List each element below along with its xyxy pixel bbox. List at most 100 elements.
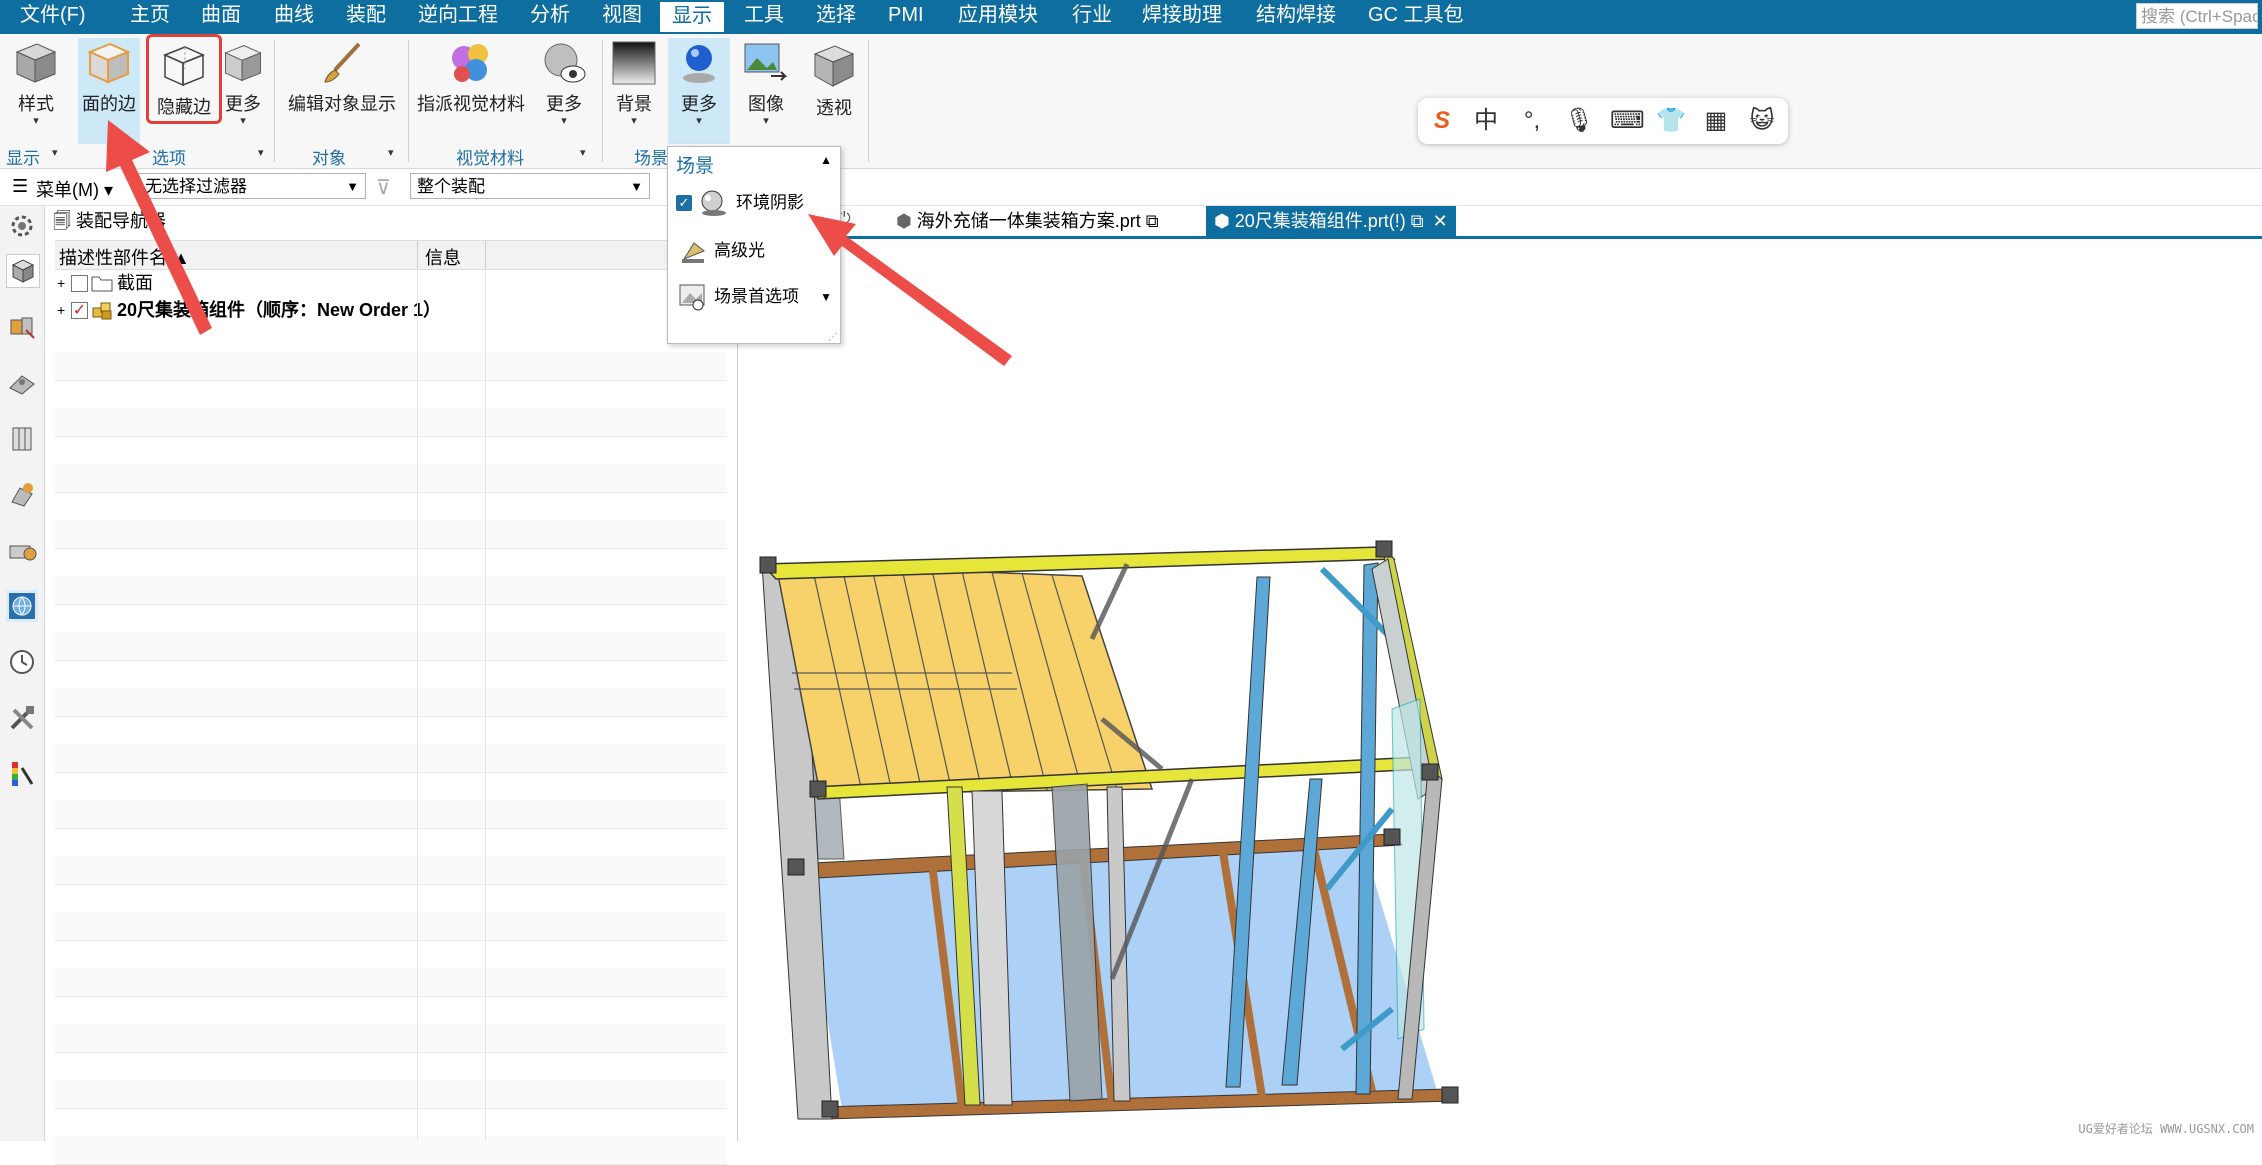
- tools-icon[interactable]: [6, 702, 38, 734]
- chevron-down-icon[interactable]: ▾: [258, 146, 264, 159]
- tab-20ft-container-assembly[interactable]: ⬢ 20尺集装箱组件.prt(!) ⧉ ✕: [1206, 206, 1456, 236]
- web-browser-icon[interactable]: [6, 534, 38, 566]
- container-frame-model[interactable]: [752, 239, 2262, 1141]
- menu-weld-assistant[interactable]: 焊接助理: [1130, 0, 1234, 34]
- column-header-info[interactable]: 信息: [425, 244, 461, 270]
- background-button[interactable]: 背景 ▾: [606, 38, 662, 127]
- ambient-occlusion-label: 环境阴影: [736, 193, 804, 212]
- hidden-edge-label: 隐藏边: [157, 97, 211, 117]
- chevron-down-icon[interactable]: ▾: [52, 146, 58, 159]
- chevron-down-icon[interactable]: ▾: [580, 146, 586, 159]
- menu-dropdown[interactable]: 菜单(M) ▾: [36, 176, 113, 202]
- watermark: UG爱好者论坛 WWW.UGSNX.COM: [2078, 1122, 2254, 1136]
- graphics-viewport[interactable]: [752, 239, 2262, 1141]
- column-header-name[interactable]: 描述性部件名 ▲: [59, 244, 190, 270]
- menu-structure-weld[interactable]: 结构焊接: [1244, 0, 1348, 34]
- dropdown-title: 场景: [676, 156, 715, 177]
- selection-toolbar: ☰ 菜单(M) ▾ 无选择过滤器 ▼ ⊽ 整个装配 ▼: [0, 169, 2262, 206]
- column-divider[interactable]: [417, 241, 418, 269]
- group-visual-material: 视觉材料: [456, 149, 524, 168]
- resize-grip-icon[interactable]: ⋰: [828, 332, 838, 343]
- more-button-2[interactable]: 更多 ▾: [534, 38, 594, 127]
- apps-grid-icon[interactable]: ▦: [1702, 107, 1730, 135]
- selection-filter-combo[interactable]: 无选择过滤器 ▼: [138, 173, 366, 199]
- chevron-down-icon[interactable]: ▼: [820, 277, 832, 317]
- hamburger-icon[interactable]: ☰: [12, 176, 28, 197]
- menu-select[interactable]: 选择: [804, 0, 868, 34]
- face-edge-button[interactable]: 面的边: [78, 38, 140, 144]
- reuse-library-icon[interactable]: [6, 422, 38, 454]
- empty-table-row: [55, 520, 727, 549]
- search-input[interactable]: 搜索 (Ctrl+Space): [2136, 3, 2258, 29]
- hidden-edge-button[interactable]: 隐藏边: [146, 34, 222, 124]
- part-navigator-icon[interactable]: [6, 366, 38, 398]
- sogou-logo-icon[interactable]: S: [1428, 107, 1456, 135]
- assembly-navigator-icon[interactable]: [6, 254, 40, 288]
- column-divider[interactable]: [485, 241, 486, 269]
- mascot-icon[interactable]: 😺: [1748, 107, 1776, 135]
- globe-icon[interactable]: [6, 590, 38, 622]
- chevron-down-icon: ▾: [33, 115, 39, 127]
- close-icon[interactable]: ✕: [1433, 211, 1448, 231]
- menu-curve[interactable]: 曲线: [262, 0, 326, 34]
- menu-gc-toolkit[interactable]: GC 工具包: [1356, 0, 1476, 34]
- checkbox[interactable]: [71, 275, 88, 292]
- external-link-icon[interactable]: ⧉: [1146, 211, 1159, 231]
- tab-overseas-container-plan[interactable]: ⬢ 海外充储一体集装箱方案.prt ⧉: [888, 206, 1167, 236]
- menu-app-modules[interactable]: 应用模块: [946, 0, 1050, 34]
- image-button[interactable]: 图像 ▾: [736, 38, 796, 127]
- gear-icon[interactable]: [6, 210, 38, 242]
- menu-assembly[interactable]: 装配: [334, 0, 398, 34]
- color-palette-icon[interactable]: [6, 758, 38, 790]
- more-button-3[interactable]: 更多 ▾: [668, 38, 730, 144]
- ime-language-toggle[interactable]: 中: [1472, 107, 1500, 135]
- folder-icon: [91, 276, 113, 292]
- more-label-1: 更多: [225, 94, 261, 114]
- scene-preferences-item[interactable]: 场景首选项 ▼: [674, 277, 834, 317]
- external-link-icon[interactable]: ⧉: [1411, 211, 1424, 231]
- perspective-button[interactable]: 透视: [806, 38, 862, 120]
- expand-icon[interactable]: +: [57, 270, 65, 297]
- menu-file[interactable]: 文件(F): [8, 0, 98, 34]
- tree-row-section[interactable]: + 截面: [55, 270, 727, 297]
- menu-analysis[interactable]: 分析: [518, 0, 582, 34]
- punctuation-icon[interactable]: °,: [1518, 107, 1546, 135]
- menu-display[interactable]: 显示: [660, 2, 724, 32]
- tree-row-assembly[interactable]: + ✓ 20尺集装箱组件（顺序：New Order 1）: [55, 297, 727, 324]
- keyboard-icon[interactable]: ⌨: [1610, 107, 1645, 135]
- empty-table-row: [55, 324, 727, 353]
- menu-view[interactable]: 视图: [590, 0, 654, 34]
- menu-reverse-engineering[interactable]: 逆向工程: [406, 0, 510, 34]
- more-button-1[interactable]: 更多 ▾: [218, 38, 268, 127]
- ambient-occlusion-item[interactable]: ✓ 环境阴影: [674, 183, 834, 223]
- checkbox-checked[interactable]: ✓: [71, 302, 88, 319]
- empty-table-row: [55, 800, 727, 829]
- assembly-icon: [92, 302, 112, 320]
- microphone-icon[interactable]: 🎙: [1564, 107, 1594, 135]
- chevron-down-icon: ▾: [763, 115, 769, 127]
- empty-table-row: [55, 744, 727, 773]
- edit-object-display-button[interactable]: 编辑对象显示: [282, 38, 402, 116]
- collapse-up-icon[interactable]: ▲: [820, 153, 832, 167]
- menu-industry[interactable]: 行业: [1060, 0, 1124, 34]
- assign-visual-material-button[interactable]: 指派视觉材料: [416, 38, 526, 116]
- history-clock-icon[interactable]: [6, 646, 38, 678]
- constraint-navigator-icon[interactable]: [6, 310, 38, 342]
- more-label-3: 更多: [681, 94, 717, 114]
- perspective-label: 透视: [816, 98, 852, 118]
- chevron-down-icon[interactable]: ▾: [388, 146, 394, 159]
- menu-tools[interactable]: 工具: [732, 0, 796, 34]
- skin-icon[interactable]: 👕: [1656, 107, 1686, 135]
- more-label-2: 更多: [546, 94, 582, 114]
- menu-surface[interactable]: 曲面: [189, 0, 253, 34]
- expand-icon[interactable]: +: [57, 297, 65, 324]
- menu-pmi[interactable]: PMI: [876, 0, 936, 34]
- style-button[interactable]: 样式 ▾: [6, 38, 66, 127]
- advanced-lighting-item[interactable]: 高级光: [674, 231, 834, 271]
- hd3d-tools-icon[interactable]: [6, 478, 38, 510]
- assembly-scope-combo[interactable]: 整个装配 ▼: [410, 173, 650, 199]
- checkbox-checked[interactable]: ✓: [676, 195, 692, 211]
- filter-funnel-icon[interactable]: ⊽: [376, 175, 391, 200]
- empty-table-row: [55, 1024, 727, 1053]
- menu-home[interactable]: 主页: [118, 0, 182, 34]
